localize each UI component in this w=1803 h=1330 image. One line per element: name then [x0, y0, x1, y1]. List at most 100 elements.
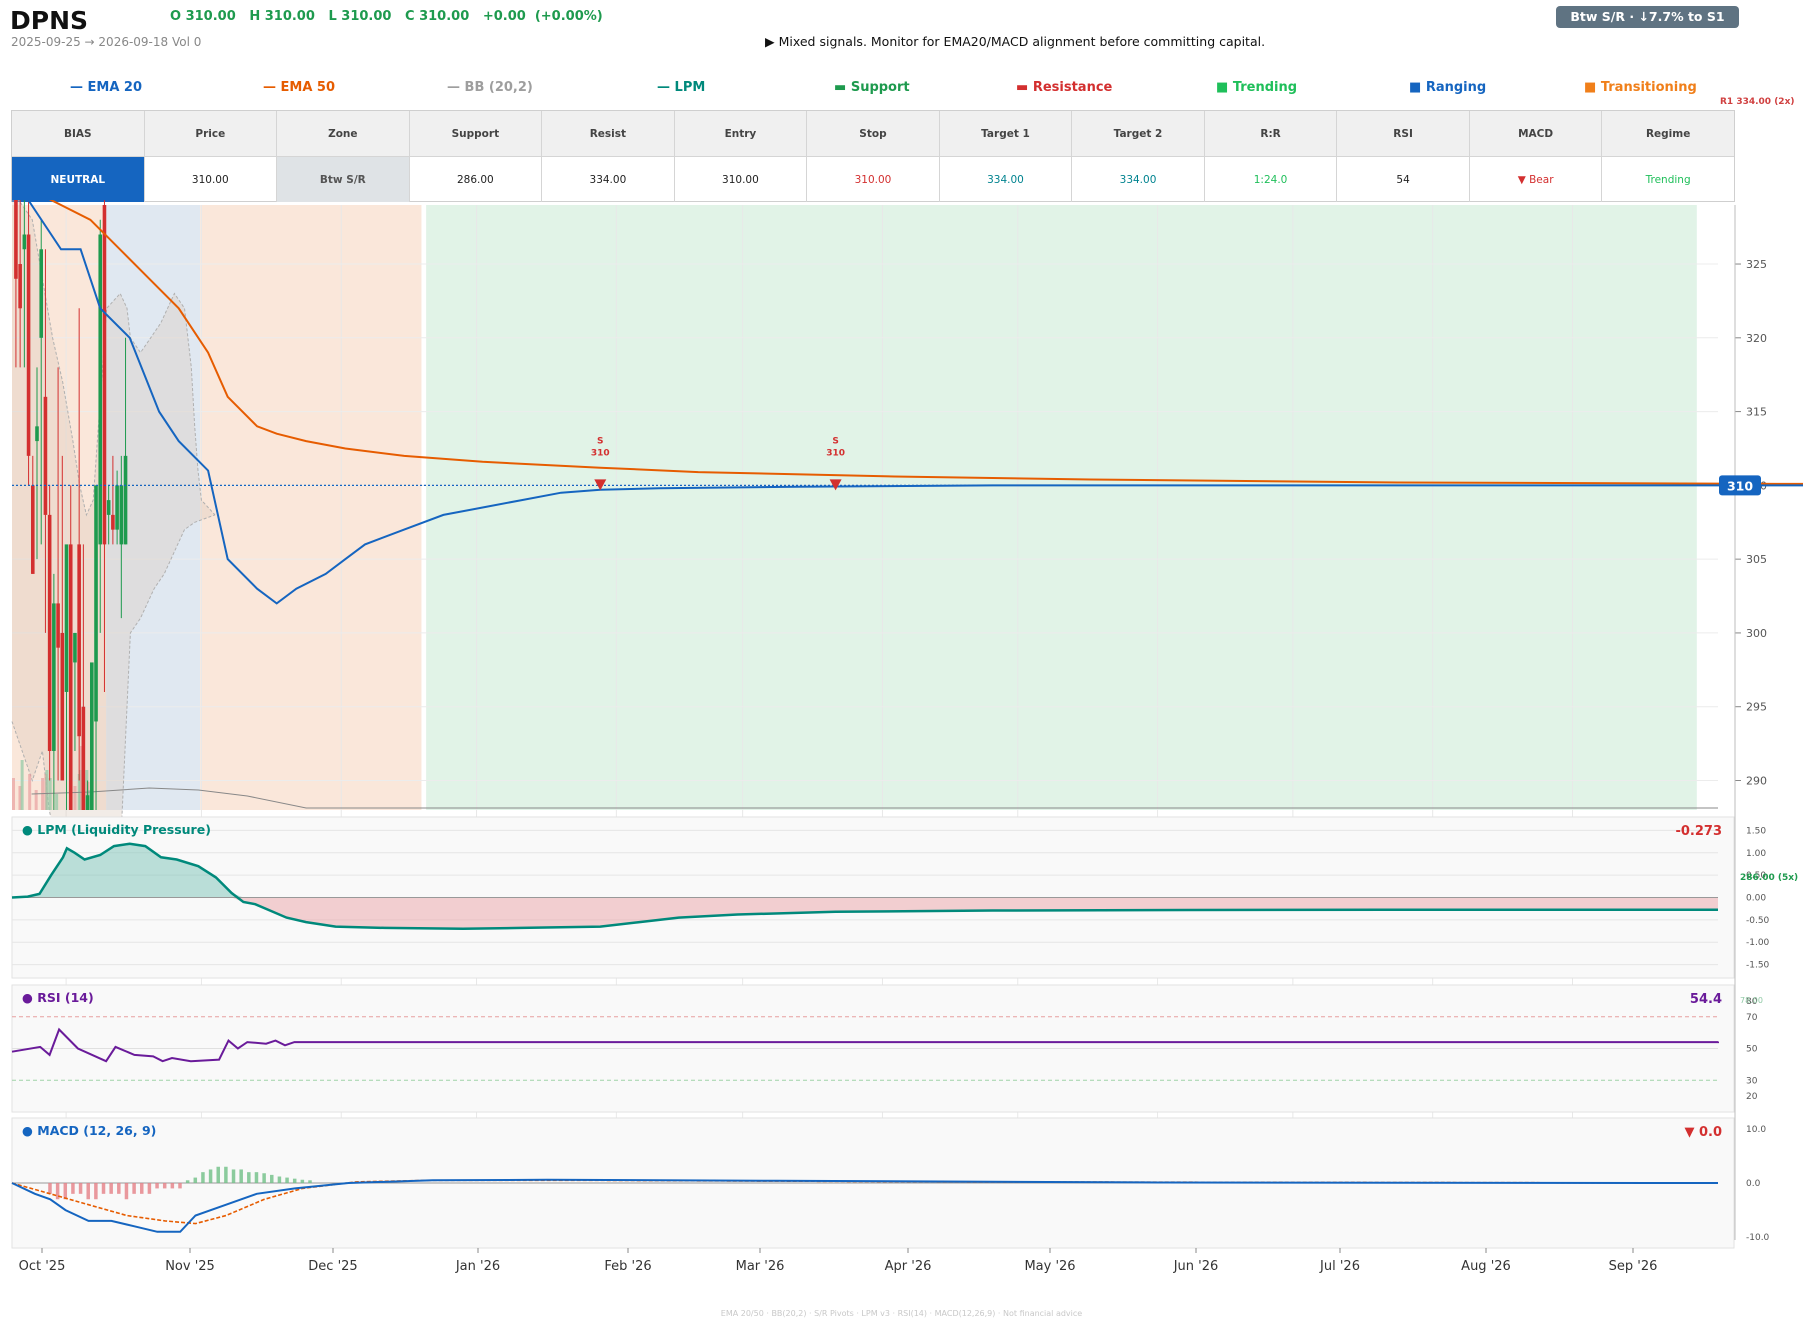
table-value-zone: Btw S/R	[277, 157, 410, 202]
lpm-tick-label: -1.00	[1746, 938, 1770, 948]
volume-bar	[20, 760, 24, 810]
legend-swatch: —	[70, 80, 83, 95]
candle-body	[81, 706, 86, 810]
table-header-bias: BIAS	[12, 111, 145, 156]
resistance-level-label: R1 334.00 (2x)	[1720, 97, 1795, 107]
chart-legend: — EMA 20 — EMA 50 — BB (20,2) — LPM ▬ Su…	[0, 80, 1803, 98]
macd-histogram-bar	[170, 1183, 175, 1189]
macd-histogram-bar	[101, 1183, 106, 1194]
candle-body	[64, 544, 69, 692]
table-value-regime: Trending	[1645, 173, 1691, 186]
legend-label: BB (20,2)	[464, 80, 533, 95]
macd-histogram-bar	[132, 1183, 136, 1194]
x-tick-label: Jun '26	[1173, 1259, 1219, 1274]
lpm-tick-label: 1.00	[1746, 849, 1766, 859]
legend-label: LPM	[674, 80, 706, 95]
x-tick-label: Feb '26	[604, 1259, 651, 1274]
candle-body	[123, 455, 128, 545]
legend-label: EMA 50	[280, 80, 336, 95]
legend-swatch: ▬	[1016, 80, 1029, 95]
price-tick-label: 320	[1746, 332, 1767, 345]
macd-histogram-bar	[48, 1183, 52, 1194]
candle-body	[102, 205, 107, 545]
lpm-tick-label: -0.50	[1746, 916, 1770, 926]
sr-marker-label: S	[832, 436, 838, 446]
sr-marker-value: 310	[591, 448, 610, 458]
table-header-macd: MACD	[1470, 111, 1603, 156]
candle-body	[26, 234, 31, 456]
x-tick-label: Nov '25	[165, 1259, 215, 1274]
legend-bb: — BB (20,2)	[447, 80, 533, 95]
table-header-price: Price	[145, 111, 278, 156]
price-tick-label: 300	[1746, 627, 1767, 640]
lpm-panel-title: ● LPM (Liquidity Pressure)	[22, 822, 211, 837]
volume-bar	[48, 778, 52, 810]
macd-histogram-bar	[201, 1172, 205, 1183]
x-tick-label: Jan '26	[455, 1259, 500, 1274]
candle-body	[47, 514, 52, 751]
macd-histogram-bar	[86, 1183, 90, 1200]
macd-histogram-bar	[109, 1183, 113, 1194]
table-value-entry: 310.00	[675, 157, 808, 202]
candle-body	[111, 514, 115, 530]
macd-histogram-bar	[78, 1183, 83, 1194]
date-range-volume: 2025-09-25 → 2026-09-18 Vol 0	[11, 35, 202, 49]
lpm-tick-label: -1.50	[1746, 961, 1770, 971]
x-tick-label: Dec '25	[308, 1259, 357, 1274]
legend-ema20: — EMA 20	[70, 80, 142, 95]
table-value-target-2: 334.00	[1072, 157, 1205, 202]
rsi-panel-title: ● RSI (14)	[22, 990, 94, 1005]
table-header-resist: Resist	[542, 111, 675, 156]
legend-resistance: ▬ Resistance	[1016, 80, 1112, 95]
candle-body	[52, 603, 56, 751]
rsi-tick-label: 50	[1746, 1045, 1758, 1055]
legend-swatch: ■	[1584, 80, 1597, 95]
macd-histogram-bar	[162, 1183, 167, 1189]
table-header-rsi: RSI	[1337, 111, 1470, 156]
table-header-target-1: Target 1	[940, 111, 1073, 156]
table-value-r-r: 1:24.0	[1205, 157, 1338, 202]
rsi-tick-label: 30	[1746, 1076, 1758, 1086]
volume-bar	[73, 786, 77, 810]
macd-histogram-bar	[193, 1177, 198, 1183]
zone-badge: Btw S/R · ↓7.7% to S1	[1556, 6, 1739, 28]
lpm-last-value: -0.273	[1675, 824, 1722, 839]
table-header-regime: Regime	[1645, 127, 1691, 140]
macd-histogram-bar	[300, 1179, 305, 1183]
legend-ema50: — EMA 50	[263, 80, 335, 95]
price-tick-label: 295	[1746, 701, 1767, 714]
legend-label: Support	[850, 80, 910, 95]
regime-band-transitioning	[200, 205, 422, 810]
legend-trending: ■ Trending	[1216, 80, 1297, 95]
macd-histogram-bar	[277, 1176, 282, 1183]
candle-body	[90, 662, 94, 810]
rsi-level-label: 78.00	[1740, 996, 1763, 1005]
table-value-resist: 334.00	[542, 157, 675, 202]
x-tick-label: Mar '26	[736, 1259, 785, 1274]
volume-bar	[12, 778, 15, 810]
candle-body	[60, 632, 65, 781]
legend-transitioning: ■ Transitioning	[1584, 80, 1697, 95]
table-header-entry: Entry	[675, 111, 808, 156]
candle-body	[73, 632, 77, 663]
table-value-row: NEUTRAL 310.00 Btw S/R 286.00 334.00 310.00 31…	[12, 157, 1734, 202]
legend-swatch: ■	[1409, 80, 1422, 95]
candle-body	[68, 544, 73, 810]
ohlc-readout: O 310.00 H 310.00 L 310.00 C 310.00 +0.0…	[170, 9, 603, 24]
legend-swatch: ■	[1216, 80, 1229, 95]
lpm-tick-label: 0.00	[1746, 894, 1766, 904]
macd-histogram-bar	[292, 1178, 297, 1183]
macd-histogram-bar	[208, 1169, 213, 1183]
macd-histogram-bar	[178, 1183, 182, 1189]
lpm-tick-label: 1.50	[1746, 826, 1766, 836]
sr-marker-value: 310	[826, 448, 845, 458]
price-tick-label: 305	[1746, 553, 1767, 566]
table-header-support: Support	[410, 111, 543, 156]
x-tick-label: Sep '26	[1609, 1259, 1658, 1274]
x-tick-label: Aug '26	[1461, 1259, 1511, 1274]
table-value-target-1: 334.00	[940, 157, 1073, 202]
candle-body	[43, 396, 48, 515]
sr-marker-label: S	[597, 436, 603, 446]
macd-tick-label: 10.0	[1746, 1125, 1766, 1135]
candle-body	[22, 234, 27, 250]
